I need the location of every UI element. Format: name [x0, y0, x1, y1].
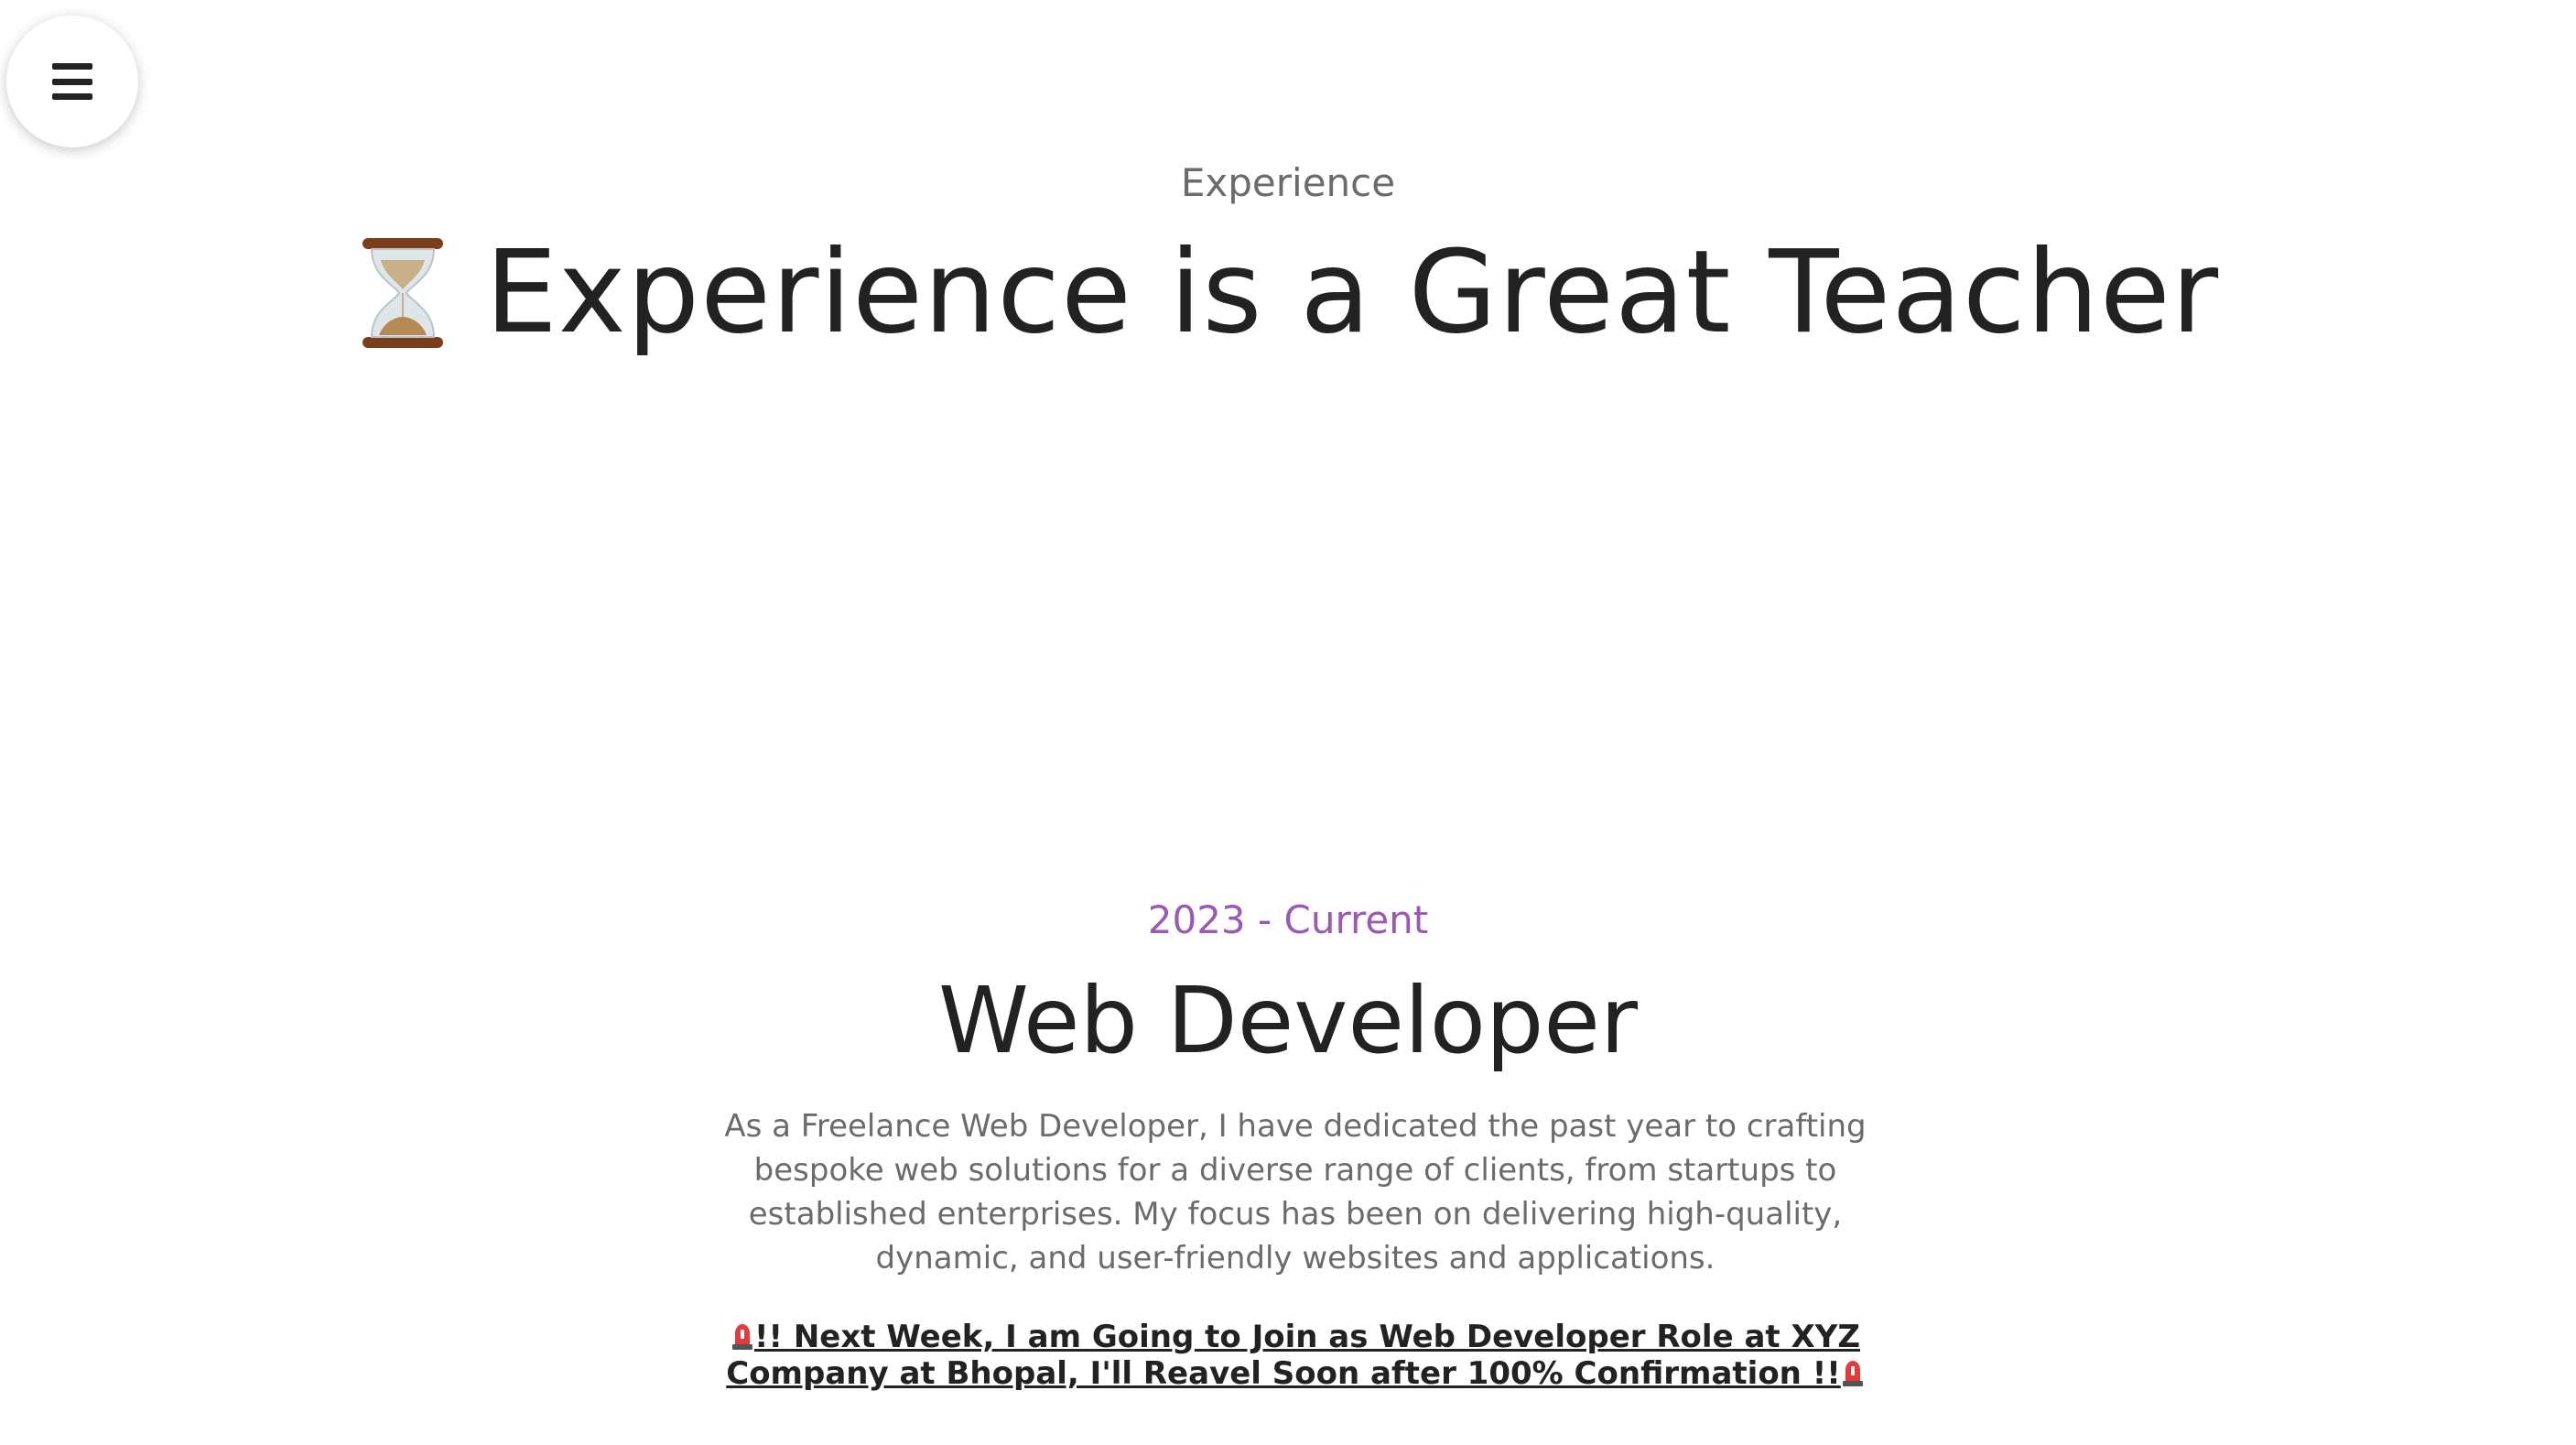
siren-icon — [1842, 1361, 1863, 1386]
experience-role-title: Web Developer — [937, 967, 1639, 1074]
menu-toggle-button[interactable] — [6, 16, 138, 147]
section-label: Experience — [1180, 160, 1396, 205]
experience-period: 2023 - Current — [1147, 897, 1429, 942]
hamburger-menu-icon — [52, 63, 92, 100]
notice-text: !! Next Week, I am Going to Join as Web … — [726, 1319, 1860, 1392]
page-title: Experience is a Great Teacher — [484, 226, 2220, 359]
experience-notice-link[interactable]: !! Next Week, I am Going to Join as Web … — [677, 1319, 1913, 1392]
hourglass-icon — [362, 238, 443, 348]
hero-heading: Experience is a Great Teacher — [0, 220, 2576, 366]
experience-description: As a Freelance Web Developer, I have ded… — [724, 1108, 1867, 1277]
siren-icon — [732, 1324, 752, 1350]
